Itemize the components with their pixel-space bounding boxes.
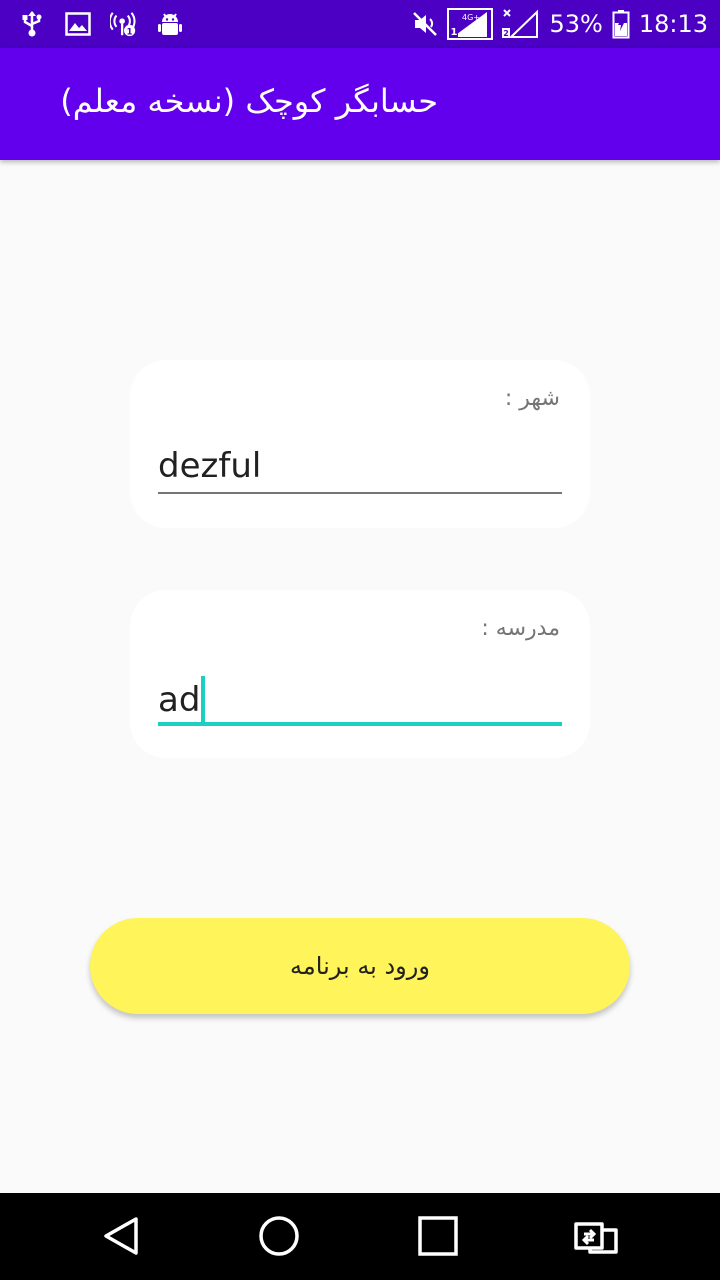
rotate-button[interactable] (572, 1213, 622, 1263)
status-bar-left: 1 (18, 8, 184, 40)
school-input[interactable]: ad (158, 676, 206, 724)
hotspot-icon: 1 (110, 10, 138, 38)
city-label: شهر : (504, 386, 560, 411)
android-debug-icon (156, 10, 184, 38)
enter-app-button[interactable]: ورود به برنامه (90, 918, 630, 1014)
svg-text:2: 2 (504, 29, 510, 38)
recents-button[interactable] (413, 1213, 463, 1263)
city-card: شهر : dezful (130, 360, 590, 528)
school-card: مدرسه : ad (130, 590, 590, 758)
back-icon (100, 1215, 142, 1261)
city-input[interactable]: dezful (158, 446, 261, 486)
navigation-bar (0, 1193, 720, 1280)
battery-icon (611, 10, 631, 39)
status-bar: 1 1 4G+ 2 53% 18:13 (0, 0, 720, 48)
clock: 18:13 (638, 10, 708, 38)
signal-4g-icon: 1 4G+ (447, 8, 494, 40)
app-title: حسابگر کوچک (نسخه معلم) (60, 82, 438, 120)
school-field[interactable]: ad (158, 668, 562, 726)
app-bar: حسابگر کوچک (نسخه معلم) (0, 48, 720, 160)
enter-app-button-label: ورود به برنامه (290, 952, 430, 980)
rotate-icon (572, 1216, 622, 1260)
svg-text:1: 1 (127, 26, 133, 36)
school-input-text: ad (158, 680, 201, 720)
city-underline (158, 492, 562, 494)
battery-percent: 53% (549, 10, 603, 38)
school-underline (158, 722, 562, 726)
mute-icon (411, 10, 439, 38)
school-label: مدرسه : (481, 616, 560, 641)
home-icon (257, 1214, 301, 1262)
usb-icon (18, 10, 46, 38)
city-field[interactable]: dezful (158, 438, 562, 494)
svg-text:1: 1 (451, 27, 458, 38)
recents-icon (417, 1215, 459, 1261)
image-icon (64, 10, 92, 38)
home-button[interactable] (254, 1213, 304, 1263)
back-button[interactable] (96, 1213, 146, 1263)
svg-text:4G+: 4G+ (462, 13, 480, 22)
status-bar-right: 1 4G+ 2 53% 18:13 (411, 8, 708, 40)
signal-sim2-icon: 2 (501, 9, 541, 38)
text-cursor (201, 676, 206, 724)
